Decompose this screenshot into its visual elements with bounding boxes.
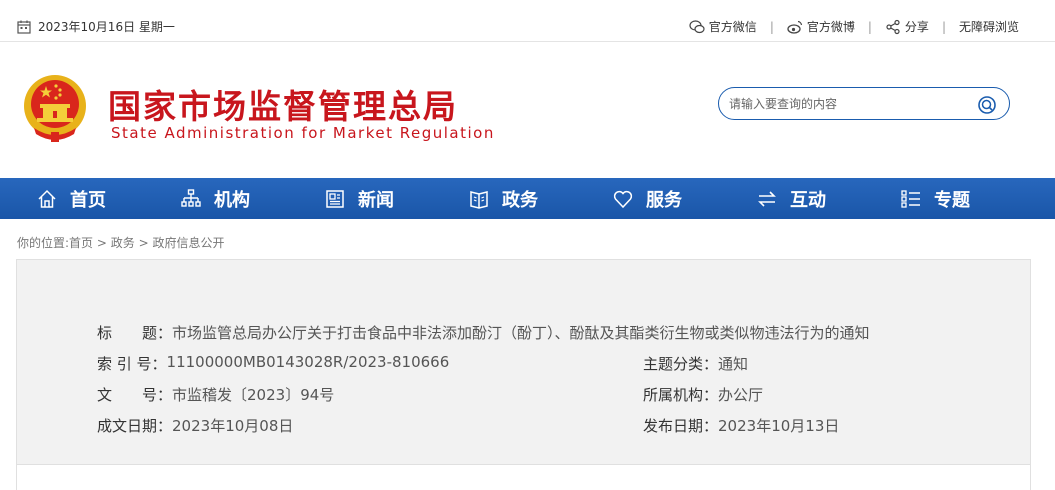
- site-title-en: State Administration for Market Regulati…: [111, 124, 495, 142]
- info-row-category: 主题分类： 通知: [643, 353, 748, 374]
- site-title-cn: 国家市场监督管理总局: [108, 87, 458, 126]
- created-value: 2023年10月08日: [172, 417, 294, 435]
- accessible-link[interactable]: 无障碍浏览: [959, 18, 1019, 35]
- breadcrumb-sep: >: [96, 236, 107, 250]
- nav-label: 互动: [790, 189, 826, 211]
- nav-item-government[interactable]: 政务: [432, 178, 576, 219]
- main-nav: 首页 机构 新闻 政务 服务 互动 专题: [0, 178, 1055, 219]
- search-box: [718, 87, 1010, 120]
- category-label: 主题分类：: [643, 355, 719, 373]
- divider: |: [769, 19, 774, 34]
- nav-item-org[interactable]: 机构: [144, 178, 288, 219]
- breadcrumb-home[interactable]: 首页: [69, 236, 93, 250]
- wechat-icon: [689, 19, 705, 33]
- divider: |: [941, 19, 946, 34]
- document-info-panel: 标 题： 市场监管总局办公厅关于打击食品中非法添加酚汀（酚丁）、酚酞及其酯类衍生…: [16, 259, 1031, 465]
- nav-item-interaction[interactable]: 互动: [720, 178, 864, 219]
- index-value: 11100000MB0143028R/2023-810666: [166, 353, 450, 371]
- title-label: 标 题：: [97, 324, 173, 342]
- weibo-link[interactable]: 官方微博: [787, 18, 855, 35]
- search-icon[interactable]: [977, 95, 997, 115]
- info-row-index: 索 引 号： 11100000MB0143028R/2023-810666: [97, 353, 449, 374]
- topic-list-icon: [901, 189, 920, 208]
- breadcrumb-info-disclosure[interactable]: 政府信息公开: [153, 236, 225, 250]
- nav-label: 专题: [934, 189, 970, 211]
- weibo-icon: [787, 20, 802, 34]
- top-links: 官方微信 | 官方微博 | 分享 | 无障碍浏览: [689, 18, 1019, 35]
- info-row-docno: 文 号： 市监稽发〔2023〕94号: [97, 384, 334, 405]
- created-label: 成文日期：: [97, 417, 173, 435]
- org-icon: [181, 188, 201, 207]
- home-icon: [38, 189, 56, 208]
- share-icon: [886, 19, 900, 34]
- info-row-org: 所属机构： 办公厅: [643, 384, 763, 405]
- nav-label: 首页: [70, 189, 106, 211]
- docno-value: 市监稽发〔2023〕94号: [172, 386, 335, 404]
- share-label: 分享: [904, 20, 929, 34]
- nav-label: 服务: [646, 189, 682, 211]
- exchange-icon: [758, 190, 776, 207]
- heart-icon: [613, 190, 633, 208]
- breadcrumb-sep: >: [138, 236, 149, 250]
- calendar-icon: [17, 20, 31, 34]
- accessible-label: 无障碍浏览: [958, 20, 1019, 34]
- breadcrumb: 你的位置:首页 > 政务 > 政府信息公开: [17, 234, 225, 251]
- info-row-published: 发布日期： 2023年10月13日: [643, 415, 839, 436]
- news-icon: [326, 189, 344, 208]
- nav-item-home[interactable]: 首页: [0, 178, 144, 219]
- nav-item-topics[interactable]: 专题: [864, 178, 1008, 219]
- content-frame: [16, 465, 1031, 490]
- nav-label: 政务: [502, 189, 538, 211]
- top-bar: 2023年10月16日 星期一 官方微信 | 官方微博 | 分享 | 无障碍浏览: [0, 0, 1055, 42]
- share-link[interactable]: 分享: [885, 18, 929, 35]
- info-row-title: 标 题： 市场监管总局办公厅关于打击食品中非法添加酚汀（酚丁）、酚酞及其酯类衍生…: [97, 322, 870, 343]
- weibo-label: 官方微博: [806, 20, 855, 34]
- nav-label: 机构: [214, 189, 250, 211]
- info-row-created: 成文日期： 2023年10月08日: [97, 415, 293, 436]
- search-input[interactable]: [729, 94, 969, 114]
- government-icon: [470, 190, 488, 209]
- org-label: 所属机构：: [643, 386, 719, 404]
- index-label: 索 引 号：: [97, 355, 167, 373]
- wechat-label: 官方微信: [708, 20, 757, 34]
- breadcrumb-government[interactable]: 政务: [111, 236, 135, 250]
- date-text: 2023年10月16日 星期一: [38, 20, 175, 34]
- date-display: 2023年10月16日 星期一: [16, 18, 175, 35]
- org-value: 办公厅: [718, 386, 764, 404]
- published-label: 发布日期：: [643, 417, 719, 435]
- breadcrumb-prefix: 你的位置:: [17, 236, 70, 250]
- national-emblem-logo: [24, 75, 86, 142]
- wechat-link[interactable]: 官方微信: [689, 18, 757, 35]
- docno-label: 文 号：: [97, 386, 173, 404]
- nav-item-news[interactable]: 新闻: [288, 178, 432, 219]
- nav-item-service[interactable]: 服务: [576, 178, 720, 219]
- published-value: 2023年10月13日: [718, 417, 840, 435]
- divider: |: [867, 19, 872, 34]
- nav-label: 新闻: [358, 189, 394, 211]
- title-value: 市场监管总局办公厅关于打击食品中非法添加酚汀（酚丁）、酚酞及其酯类衍生物或类似物…: [172, 324, 870, 342]
- category-value: 通知: [718, 355, 749, 373]
